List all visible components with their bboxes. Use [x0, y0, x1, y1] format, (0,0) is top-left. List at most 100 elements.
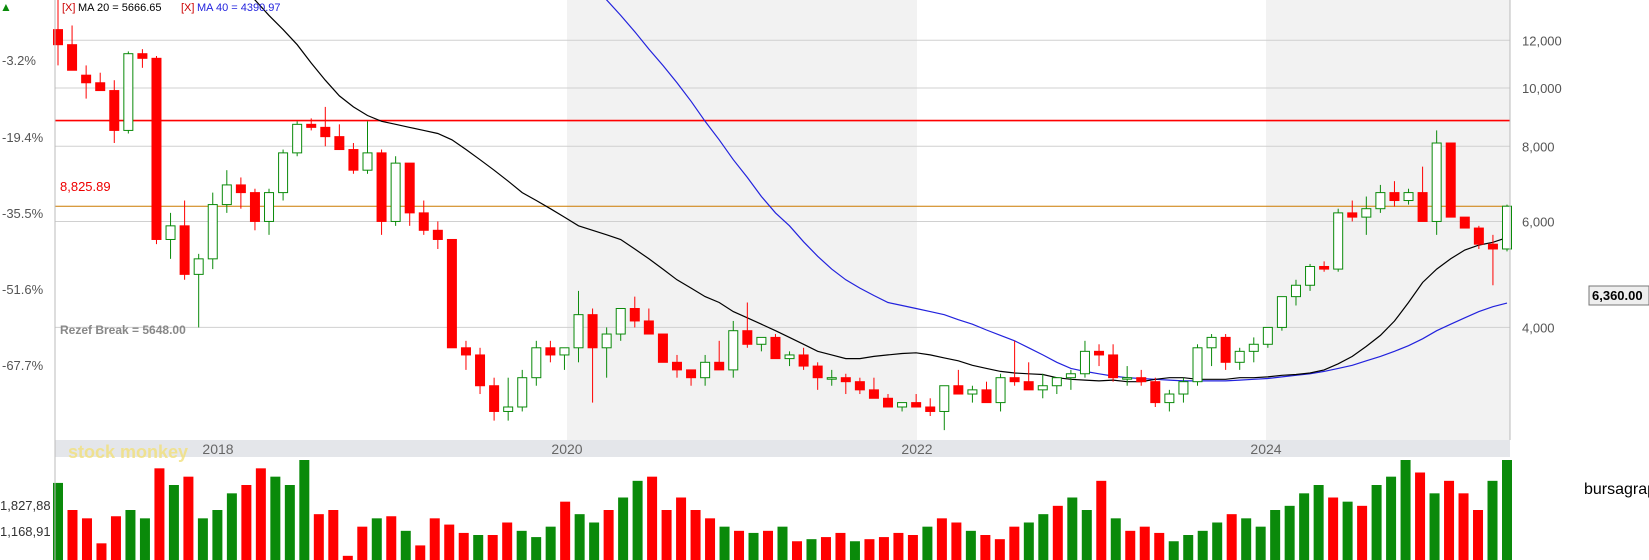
- candle-body: [1403, 192, 1414, 202]
- volume-bar: [1125, 530, 1136, 560]
- volume-bar: [574, 514, 585, 560]
- candle-body: [686, 369, 697, 379]
- resistance-label: 8,825.89: [60, 179, 111, 194]
- volume-bar: [1415, 472, 1426, 560]
- year-band-0: [567, 0, 917, 440]
- candle-body: [1094, 350, 1105, 356]
- volume-bar: [531, 537, 542, 560]
- candle: [446, 238, 457, 349]
- volume-bar: [1255, 526, 1266, 560]
- candle-body: [1375, 192, 1386, 210]
- candle-body: [840, 377, 851, 383]
- ma20-label: MA 20 = 5666.65: [78, 2, 161, 14]
- volume-bar: [386, 516, 397, 560]
- volume-bar: [806, 539, 817, 560]
- current-price-badge: 6,360.00: [1588, 285, 1649, 306]
- candle-body: [939, 385, 950, 412]
- candle-body: [1164, 393, 1175, 404]
- candle-body: [1473, 227, 1484, 245]
- volume-bar: [1197, 530, 1208, 560]
- volume-bar: [545, 526, 556, 560]
- volume-bar: [1183, 535, 1194, 560]
- x-tick-label: 2018: [202, 441, 233, 457]
- volume-bar: [1371, 485, 1382, 560]
- volume-bar: [154, 468, 165, 560]
- candle-body: [264, 192, 275, 222]
- volume-bar: [197, 518, 208, 560]
- volume-bar: [1038, 514, 1049, 560]
- y-tick-label-right: 4,000: [1522, 320, 1555, 335]
- candle-body: [165, 225, 176, 240]
- candle-body: [700, 361, 711, 379]
- volume-bar: [299, 460, 310, 560]
- volume-bar: [96, 543, 107, 560]
- volume-bar: [1458, 493, 1469, 560]
- volume-bar: [690, 510, 701, 560]
- candle-body: [1065, 373, 1076, 379]
- volume-bar: [647, 476, 658, 560]
- volume-bar: [415, 545, 426, 560]
- y-tick-label-right: 6,000: [1522, 214, 1555, 229]
- candle-body: [1136, 377, 1147, 383]
- candle-body: [95, 82, 106, 92]
- candle-body: [671, 361, 682, 371]
- volume-bar: [719, 526, 730, 560]
- volume-bar: [357, 526, 368, 560]
- y-tick-label-right: 10,000: [1522, 81, 1562, 96]
- volume-bar: [502, 522, 513, 560]
- candle-body: [911, 402, 922, 408]
- candle-body: [123, 53, 134, 131]
- volume-bar: [951, 522, 962, 560]
- volume-bar: [313, 514, 324, 560]
- candle-body: [657, 333, 668, 363]
- volume-bar: [284, 485, 295, 560]
- candle-body: [629, 308, 640, 322]
- volume-bar: [458, 532, 469, 560]
- volume-bar: [371, 518, 382, 560]
- candle-body: [643, 320, 654, 335]
- volume-bar: [487, 535, 498, 560]
- ma20-remove-mark[interactable]: [X]: [62, 2, 75, 14]
- y-tick-label-right: 8,000: [1522, 139, 1555, 154]
- rezef-break-label: Rezef Break = 5648.00: [60, 323, 186, 337]
- candle-body: [137, 53, 148, 59]
- candle-body: [798, 354, 809, 367]
- volume-bar: [226, 493, 237, 560]
- volume-bar: [676, 497, 687, 560]
- candle-body: [292, 123, 303, 154]
- candle-body: [432, 229, 443, 240]
- candle-body: [1431, 142, 1442, 222]
- candle: [657, 333, 668, 363]
- volume-bar: [429, 518, 440, 560]
- volume-bar: [893, 532, 904, 560]
- candle-body: [1122, 377, 1133, 380]
- candle: [1192, 344, 1203, 386]
- volume-bar: [820, 537, 831, 560]
- volume-bar: [965, 530, 976, 560]
- volume-bar: [1241, 518, 1252, 560]
- volume-bar: [1096, 480, 1107, 560]
- candle-body: [925, 406, 936, 412]
- ma40-remove-mark[interactable]: [X]: [181, 2, 194, 14]
- volume-bar: [516, 530, 527, 560]
- volume-bar: [864, 539, 875, 560]
- candle-body: [475, 354, 486, 387]
- candle: [123, 51, 134, 134]
- volume-bar: [139, 518, 150, 560]
- candle-body: [1178, 381, 1189, 395]
- candle-body: [1220, 336, 1231, 363]
- y-tick-label-left: -51.6%: [2, 282, 44, 297]
- volume-bar: [1284, 505, 1295, 560]
- candle-body: [221, 184, 232, 206]
- volume-bar: [560, 501, 571, 560]
- candle: [151, 55, 162, 245]
- y-tick-label-left: -19.4%: [2, 130, 44, 145]
- candle-body: [1389, 192, 1400, 202]
- candle-body: [1417, 192, 1428, 222]
- candle-body: [1037, 385, 1048, 391]
- candle-body: [1319, 265, 1330, 270]
- volume-bar: [110, 516, 121, 560]
- candle-body: [334, 136, 345, 151]
- watermark: stock monkey: [68, 442, 188, 462]
- candle: [1276, 296, 1287, 331]
